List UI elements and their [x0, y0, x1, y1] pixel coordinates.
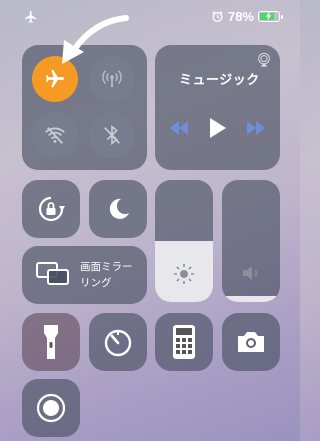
camera-icon: [238, 332, 264, 352]
volume-slider[interactable]: [222, 180, 280, 302]
calculator-icon: [173, 325, 195, 359]
screen-mirroring-label: 画面ミラー リング: [80, 259, 133, 291]
rewind-icon[interactable]: [170, 121, 188, 135]
speaker-icon: [243, 266, 258, 280]
play-icon[interactable]: [210, 118, 226, 138]
status-right: 78%: [211, 9, 283, 24]
wifi-off-icon: [45, 127, 65, 144]
screen-mirroring-line2: リング: [80, 277, 112, 289]
bluetooth-off-icon: [104, 125, 120, 145]
airplay-icon[interactable]: [256, 52, 272, 68]
sun-icon: [174, 264, 194, 284]
bluetooth-button[interactable]: [89, 112, 135, 158]
music-title: ミュージック: [179, 72, 260, 87]
volume-level: [222, 295, 280, 302]
rotation-lock-icon: [38, 196, 65, 222]
timer-icon: [104, 329, 132, 357]
screen-record-icon: [36, 393, 66, 423]
status-bar: 78%: [0, 0, 300, 30]
cellular-antenna-icon: [102, 70, 122, 88]
screen-mirroring-line1: 画面ミラー: [80, 261, 133, 273]
battery-percentage: 78%: [227, 9, 254, 24]
wifi-button[interactable]: [32, 112, 78, 158]
airplane-icon: [45, 69, 65, 88]
flashlight-icon: [44, 325, 58, 359]
pointer-arrow: [62, 15, 129, 64]
charging-bolt-icon: [265, 11, 272, 21]
alarm-clock-icon: [212, 11, 223, 23]
airplane-status-icon: [25, 11, 37, 23]
moon-icon: [109, 198, 129, 219]
screen-mirroring-icon: [36, 262, 69, 285]
fast-forward-icon[interactable]: [247, 121, 265, 135]
battery-icon: [258, 11, 283, 22]
